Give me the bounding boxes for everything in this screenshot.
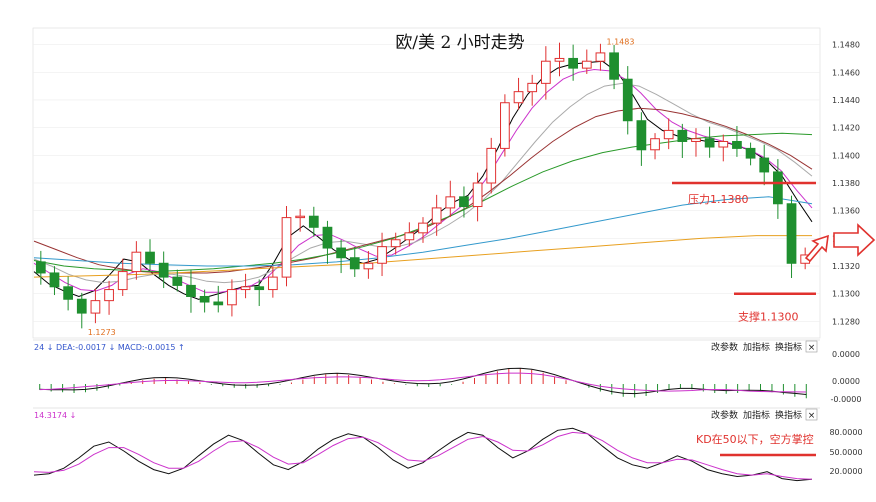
candle-body (390, 239, 401, 248)
candle-body (349, 257, 360, 270)
candle-body (595, 52, 606, 62)
price-tick-label: 1.1380 (832, 179, 860, 188)
candle-body (76, 298, 87, 314)
main-panel: 1.1480 1.1460 1.1440 1.1420 1.1400 1.1380 1.13… (32, 27, 876, 339)
candle-body (213, 301, 224, 306)
candle-body (336, 247, 346, 259)
switch-indicator-button[interactable]: 换指标 (775, 341, 802, 353)
candle-body (267, 276, 278, 291)
candle-body (431, 207, 442, 224)
candle-body (131, 251, 142, 273)
kd-annotation: KD在50以下，空方掌控 (696, 432, 814, 446)
candle-body (718, 140, 729, 148)
kd-indicator-text: 14.3174 ↓ (34, 411, 76, 420)
candle-body (527, 82, 538, 93)
candle-body (322, 226, 333, 249)
candle-body (254, 286, 265, 291)
candle-body (63, 286, 73, 300)
candle-body (377, 246, 387, 264)
chart-title: 欧/美 2 小时走势 (395, 33, 524, 53)
chart-stage: 1.1480 1.1460 1.1440 1.1420 1.1400 1.1380 1.13… (32, 27, 876, 482)
candle-body (513, 91, 524, 104)
candle-body (104, 289, 114, 302)
candle-body (227, 289, 237, 306)
candle-body (568, 57, 579, 69)
candle-body (295, 215, 306, 219)
candle-body (404, 232, 415, 241)
macd-ytick: 0.0000 (832, 377, 860, 386)
candle-body (732, 140, 742, 149)
price-tick-label: 1.1300 (832, 290, 860, 299)
candle-body (677, 129, 688, 142)
kd-ytick: 20.0000 (829, 467, 862, 476)
price-tick-label: 1.1280 (832, 317, 860, 326)
price-tick-label: 1.1480 (832, 41, 860, 50)
price-tick-label: 1.1460 (832, 68, 860, 77)
high-label: 1.1483 (606, 37, 634, 46)
macd-ytick: 0.0000 (832, 350, 860, 359)
candle-body (745, 147, 756, 159)
candle-body (145, 251, 155, 264)
switch-indicator-button[interactable]: 换指标 (775, 409, 802, 421)
add-indicator-button[interactable]: 加指标 (743, 341, 770, 353)
candle-body (650, 138, 660, 151)
candle-body (49, 272, 60, 288)
price-axis: 1.1480 1.1460 1.1440 1.1420 1.1400 1.1380 1.13… (832, 41, 860, 327)
candle-body (90, 300, 101, 314)
candle-body (581, 60, 592, 69)
candle-body (240, 286, 251, 291)
add-indicator-button[interactable]: 加指标 (743, 409, 770, 421)
candle-body (117, 271, 128, 291)
candle-body (186, 284, 196, 297)
right-arrow-icon (833, 223, 876, 257)
change-params-button[interactable]: 改参数 (711, 341, 738, 353)
macd-panel: 24 ↓ DEA:-0.0017 ↓ MACD:-0.0015 ↑ 0.0000… (33, 339, 862, 404)
candle-body (786, 203, 797, 264)
price-tick-label: 1.1440 (832, 96, 860, 105)
macd-ytick: -0.0000 (831, 395, 862, 404)
candle-body (663, 129, 674, 140)
candle-body (540, 60, 551, 84)
candle-body (308, 215, 319, 228)
candle-body (554, 57, 565, 62)
candle-body (445, 196, 456, 209)
candle-body (158, 262, 169, 278)
candle-body (691, 138, 701, 142)
candle-body (500, 102, 510, 149)
resistance-label: 压力1.1380 (688, 193, 749, 206)
price-tick-label: 1.1360 (832, 207, 860, 216)
candle-body (35, 261, 46, 274)
price-tick-label: 1.1320 (832, 262, 860, 271)
support-label: 支撑1.1300 (738, 310, 799, 324)
candle-body (172, 276, 183, 286)
candle-body (622, 78, 633, 122)
candle-body (459, 196, 469, 208)
price-tick-label: 1.1400 (832, 151, 860, 160)
kd-ytick: 80.0000 (829, 428, 862, 437)
candle-body (418, 222, 428, 234)
candle-body (609, 52, 619, 80)
candle-body (281, 217, 292, 278)
kd-panel: 14.3174 ↓ KD在50以下，空方掌控 80.0000 50.0000 2… (33, 407, 863, 482)
change-params-button[interactable]: 改参数 (711, 409, 738, 421)
macd-dea-line (39, 372, 807, 393)
macd-indicator-text: 24 ↓ DEA:-0.0017 ↓ MACD:-0.0015 ↑ (34, 343, 185, 352)
candle-body (486, 147, 497, 184)
candle-body (363, 262, 374, 270)
candle-body (199, 295, 210, 303)
close-icon: × (808, 343, 816, 353)
candle-body (472, 182, 483, 208)
candle-body (773, 171, 783, 205)
candle-body (636, 120, 647, 151)
candle-body (759, 157, 770, 173)
candle-body (704, 138, 715, 148)
price-tick-label: 1.1420 (832, 124, 860, 133)
kd-ytick: 50.0000 (829, 448, 862, 457)
close-icon: × (808, 411, 816, 421)
low-label: 1.1273 (88, 328, 116, 337)
